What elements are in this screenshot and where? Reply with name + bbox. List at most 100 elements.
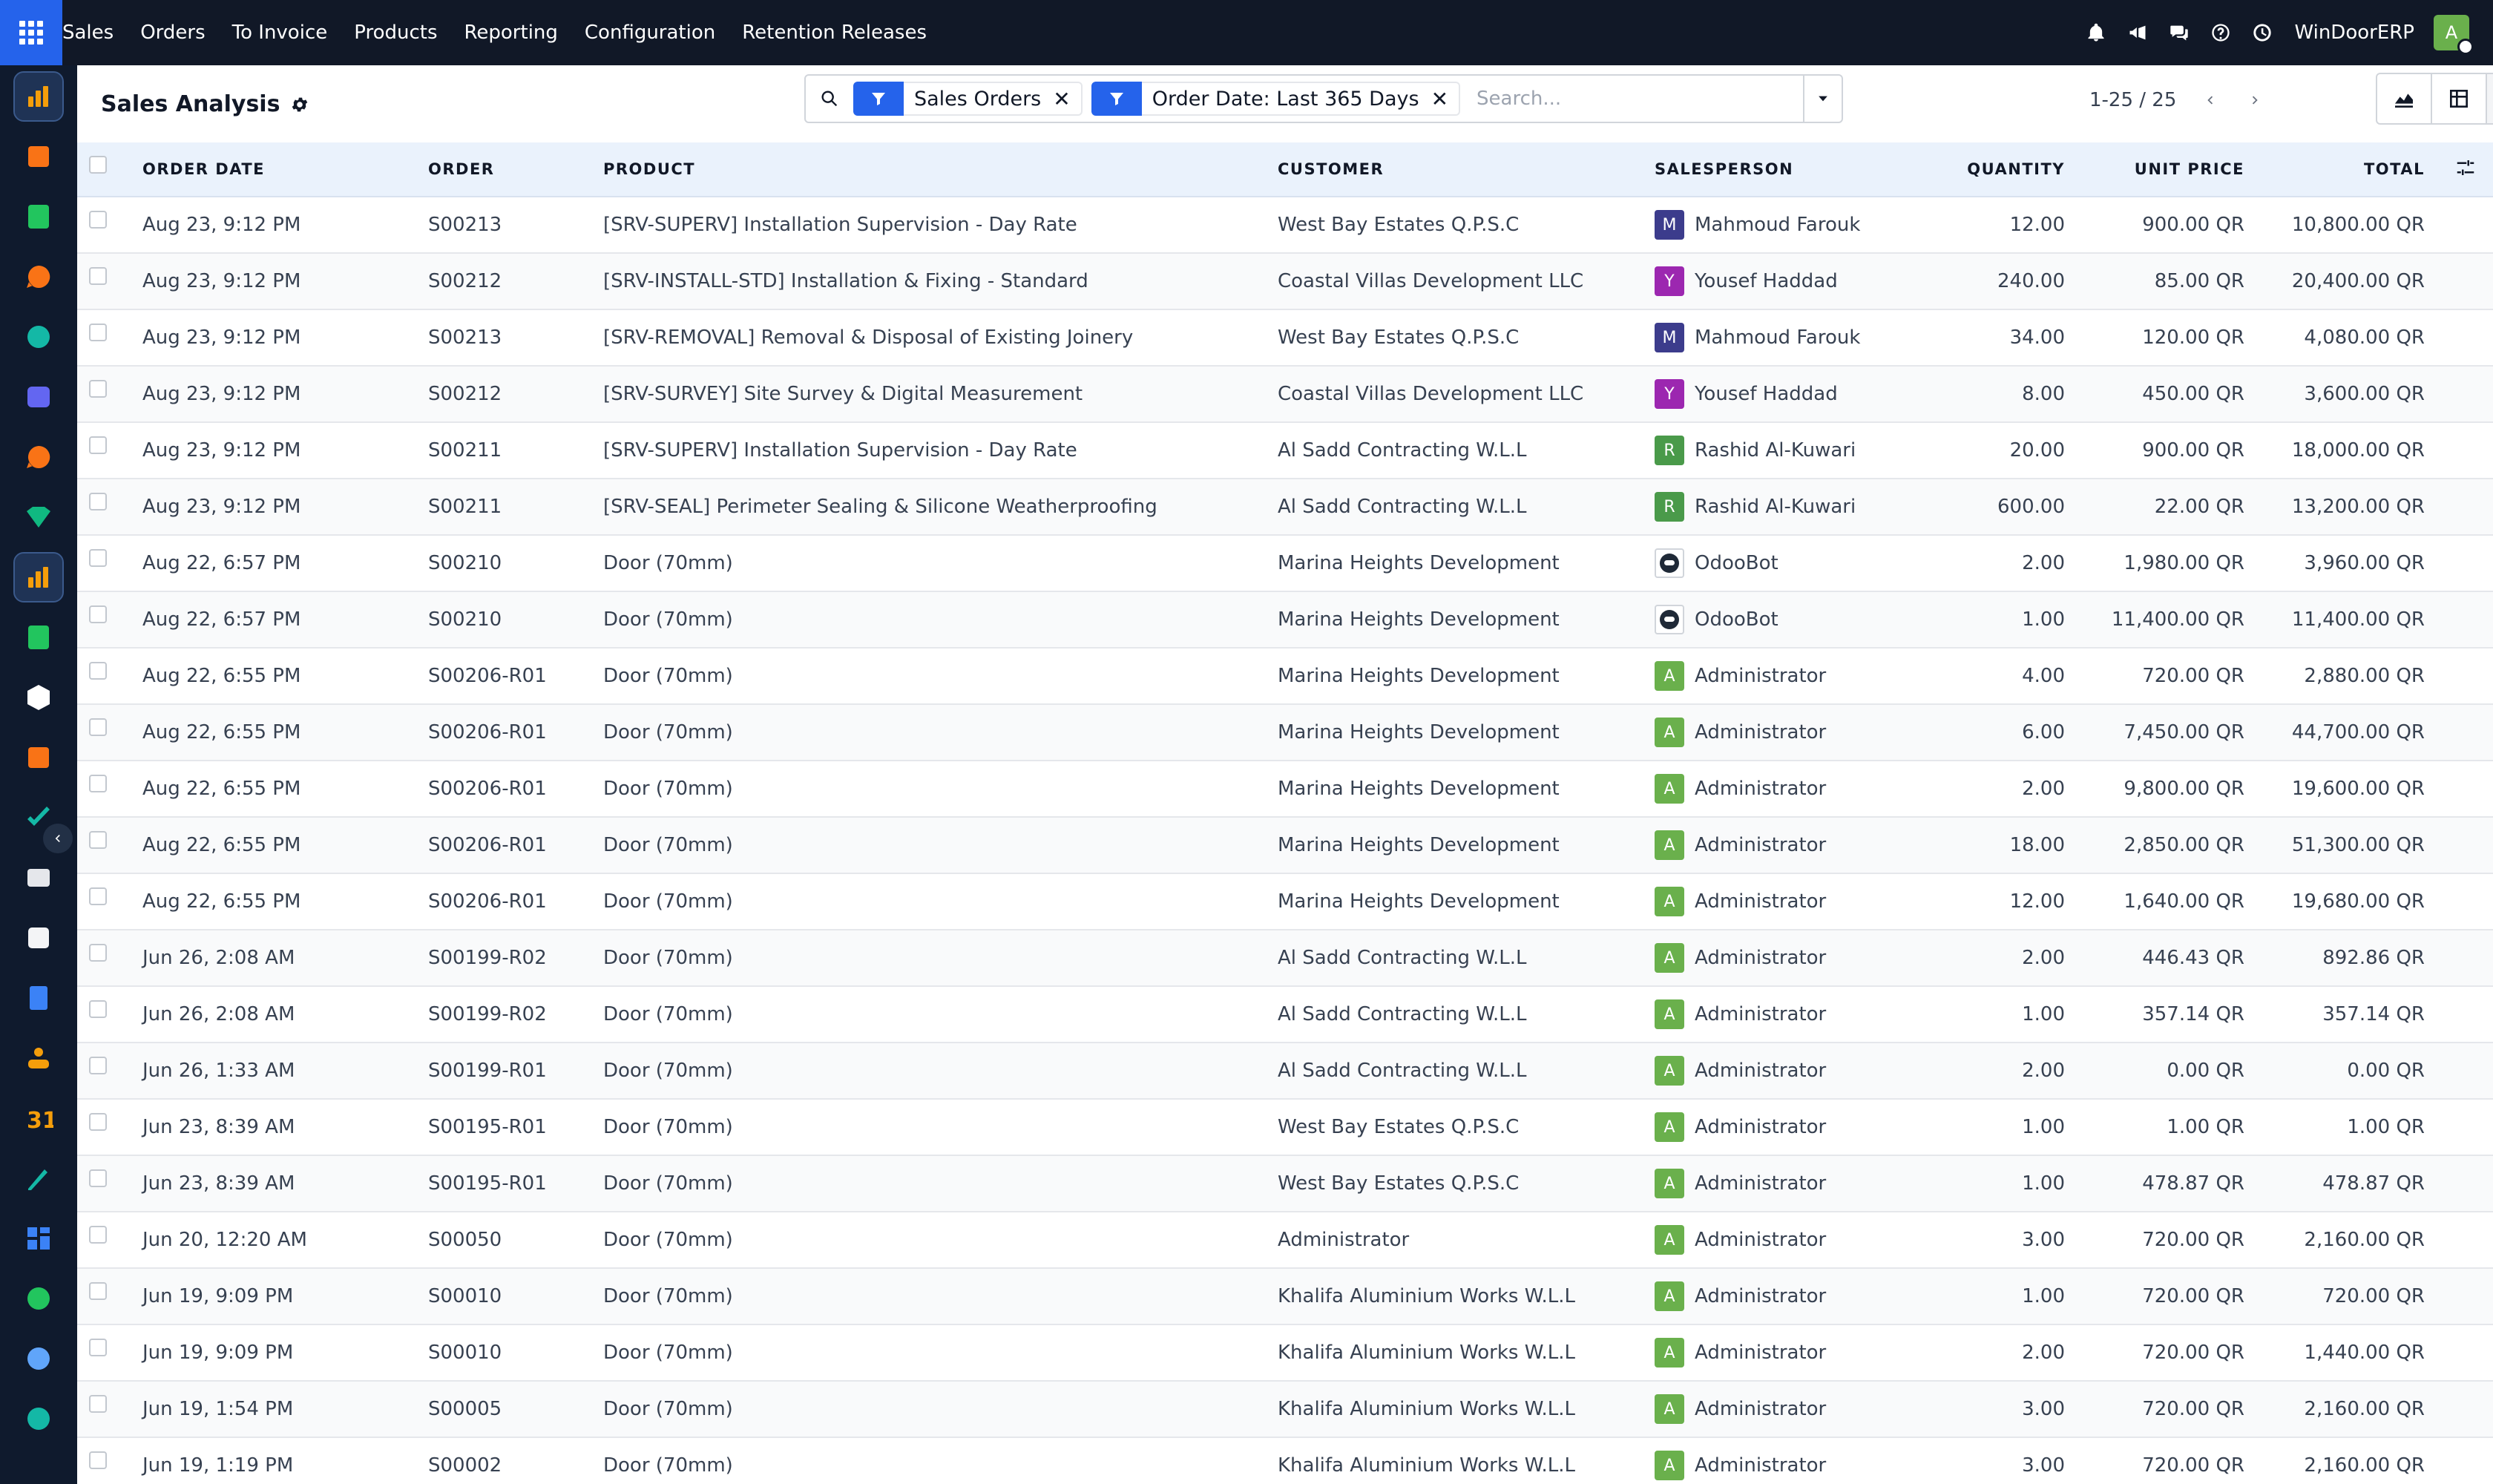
pager-value[interactable]: 1-25 / 25 (2089, 89, 2176, 111)
menu-item-products[interactable]: Products (354, 22, 437, 44)
row-checkbox[interactable] (89, 549, 107, 567)
column-header-order[interactable]: ORDER (428, 160, 494, 178)
row-checkbox[interactable] (89, 324, 107, 341)
row-checkbox[interactable] (89, 605, 107, 623)
row-checkbox[interactable] (89, 493, 107, 510)
pager-previous-button[interactable] (2188, 77, 2233, 123)
sidebar-app-chat[interactable] (15, 433, 62, 481)
sidebar-app-team[interactable] (15, 1034, 62, 1082)
collapse-sidebar-button[interactable] (43, 824, 73, 853)
pager-next-button[interactable] (2233, 77, 2277, 123)
column-header-unit-price[interactable]: UNIT PRICE (2135, 160, 2244, 178)
sidebar-app-dashboard[interactable] (15, 1215, 62, 1262)
table-row[interactable]: Aug 23, 9:12 PM S00213 [SRV-REMOVAL] Remov… (77, 310, 2493, 367)
sidebar-app-web[interactable] (15, 313, 62, 361)
user-avatar[interactable]: A (2434, 15, 2474, 55)
column-header-salesperson[interactable]: SALESPERSON (1655, 160, 1793, 178)
row-checkbox[interactable] (89, 1226, 107, 1244)
row-checkbox[interactable] (89, 1169, 107, 1187)
row-checkbox[interactable] (89, 1282, 107, 1300)
row-checkbox[interactable] (89, 380, 107, 398)
column-header-order-date[interactable]: ORDER DATE (142, 160, 265, 178)
menu-item-to-invoice[interactable]: To Invoice (232, 22, 328, 44)
row-checkbox[interactable] (89, 1395, 107, 1413)
table-row[interactable]: Aug 22, 6:55 PM S00206-R01 Door (70mm) Mari… (77, 705, 2493, 761)
column-header-product[interactable]: PRODUCT (603, 160, 695, 178)
sidebar-app-employees[interactable] (15, 614, 62, 661)
table-row[interactable]: Aug 22, 6:55 PM S00206-R01 Door (70mm) Mari… (77, 818, 2493, 874)
apps-menu-button[interactable] (0, 0, 62, 65)
search-input[interactable] (1469, 76, 1803, 121)
table-row[interactable]: Jun 26, 2:08 AM S00199-R02 Door (70mm) Al S… (77, 930, 2493, 987)
table-row[interactable]: Jun 26, 1:33 AM S00199-R01 Door (70mm) Al S… (77, 1043, 2493, 1100)
row-checkbox[interactable] (89, 662, 107, 680)
row-checkbox[interactable] (89, 887, 107, 905)
gear-icon[interactable] (290, 94, 309, 114)
row-checkbox[interactable] (89, 944, 107, 962)
bell-icon[interactable] (2085, 22, 2107, 44)
table-row[interactable]: Jun 23, 8:39 AM S00195-R01 Door (70mm) West… (77, 1100, 2493, 1156)
list-view-button[interactable] (2486, 73, 2493, 125)
row-checkbox[interactable] (89, 1339, 107, 1356)
table-row[interactable]: Jun 19, 1:19 PM S00002 Door (70mm) Khalifa … (77, 1438, 2493, 1484)
sidebar-app-inventory[interactable] (15, 674, 62, 721)
row-checkbox[interactable] (89, 831, 107, 849)
menu-item-configuration[interactable]: Configuration (585, 22, 715, 44)
row-checkbox[interactable] (89, 267, 107, 285)
row-checkbox[interactable] (89, 211, 107, 229)
menu-item-retention-releases[interactable]: Retention Releases (742, 22, 927, 44)
sidebar-app-crm[interactable] (15, 133, 62, 180)
sidebar-app-sales-chart[interactable] (13, 552, 64, 603)
sidebar-app-web[interactable] (15, 1395, 62, 1442)
search-options-toggle[interactable] (1803, 76, 1842, 122)
menu-item-sales[interactable]: Sales (62, 22, 114, 44)
graph-view-button[interactable] (2376, 73, 2432, 125)
row-checkbox[interactable] (89, 1000, 107, 1018)
row-checkbox[interactable] (89, 1057, 107, 1074)
remove-facet-button[interactable]: ✕ (1431, 87, 1448, 111)
table-row[interactable]: Jun 20, 12:20 AM S00050 Door (70mm) Adminis… (77, 1212, 2493, 1269)
table-row[interactable]: Aug 22, 6:55 PM S00206-R01 Door (70mm) Mari… (77, 874, 2493, 930)
row-checkbox[interactable] (89, 718, 107, 736)
table-row[interactable]: Aug 22, 6:57 PM S00210 Door (70mm) Marina H… (77, 536, 2493, 592)
column-header-total[interactable]: TOTAL (2364, 160, 2425, 178)
sidebar-app-sign[interactable] (15, 1155, 62, 1202)
pivot-view-button[interactable] (2431, 73, 2487, 125)
table-row[interactable]: Aug 22, 6:55 PM S00206-R01 Door (70mm) Mari… (77, 761, 2493, 818)
search-icon[interactable] (806, 76, 853, 122)
table-row[interactable]: Aug 23, 9:12 PM S00211 [SRV-SUPERV] Instal… (77, 423, 2493, 479)
table-row[interactable]: Jun 26, 2:08 AM S00199-R02 Door (70mm) Al S… (77, 987, 2493, 1043)
row-checkbox[interactable] (89, 436, 107, 454)
table-row[interactable]: Jun 23, 8:39 AM S00195-R01 Door (70mm) West… (77, 1156, 2493, 1212)
chat-icon[interactable] (2168, 22, 2190, 44)
table-row[interactable]: Aug 23, 9:12 PM S00213 [SRV-SUPERV] Instal… (77, 197, 2493, 254)
table-row[interactable]: Jun 19, 9:09 PM S00010 Door (70mm) Khalifa … (77, 1269, 2493, 1325)
table-row[interactable]: Aug 22, 6:57 PM S00210 Door (70mm) Marina H… (77, 592, 2493, 649)
table-row[interactable]: Aug 23, 9:12 PM S00211 [SRV-SEAL] Perimete… (77, 479, 2493, 536)
table-row[interactable]: Aug 22, 6:55 PM S00206-R01 Door (70mm) Mari… (77, 649, 2493, 705)
menu-item-reporting[interactable]: Reporting (464, 22, 558, 44)
clock-icon[interactable] (2251, 22, 2273, 44)
sidebar-app-email-marketing[interactable] (15, 373, 62, 421)
sidebar-app-project[interactable] (15, 493, 62, 541)
row-checkbox[interactable] (89, 1113, 107, 1131)
column-header-customer[interactable]: CUSTOMER (1278, 160, 1384, 178)
company-name[interactable]: WinDoorERP (2294, 22, 2414, 44)
sidebar-app-timer[interactable] (15, 1335, 62, 1382)
sidebar-app-knowledge[interactable] (15, 854, 62, 902)
table-row[interactable]: Jun 19, 9:09 PM S00010 Door (70mm) Khalifa … (77, 1325, 2493, 1382)
row-checkbox[interactable] (89, 1451, 107, 1469)
column-header-quantity[interactable]: QUANTITY (1967, 160, 2065, 178)
sidebar-app-whatsapp[interactable] (15, 1275, 62, 1322)
sidebar-app-calendar[interactable]: 31 (15, 1094, 62, 1142)
help-icon[interactable] (2210, 22, 2232, 44)
select-all-checkbox[interactable] (89, 156, 107, 174)
sidebar-app-invoicing[interactable] (15, 974, 62, 1022)
menu-item-orders[interactable]: Orders (140, 22, 205, 44)
table-row[interactable]: Aug 23, 9:12 PM S00212 [SRV-SURVEY] Site S… (77, 367, 2493, 423)
megaphone-icon[interactable] (2126, 22, 2149, 44)
sidebar-app-sales-chart[interactable] (13, 71, 64, 122)
row-checkbox[interactable] (89, 775, 107, 792)
sidebar-app-crm[interactable] (15, 734, 62, 781)
remove-facet-button[interactable]: ✕ (1053, 87, 1070, 111)
